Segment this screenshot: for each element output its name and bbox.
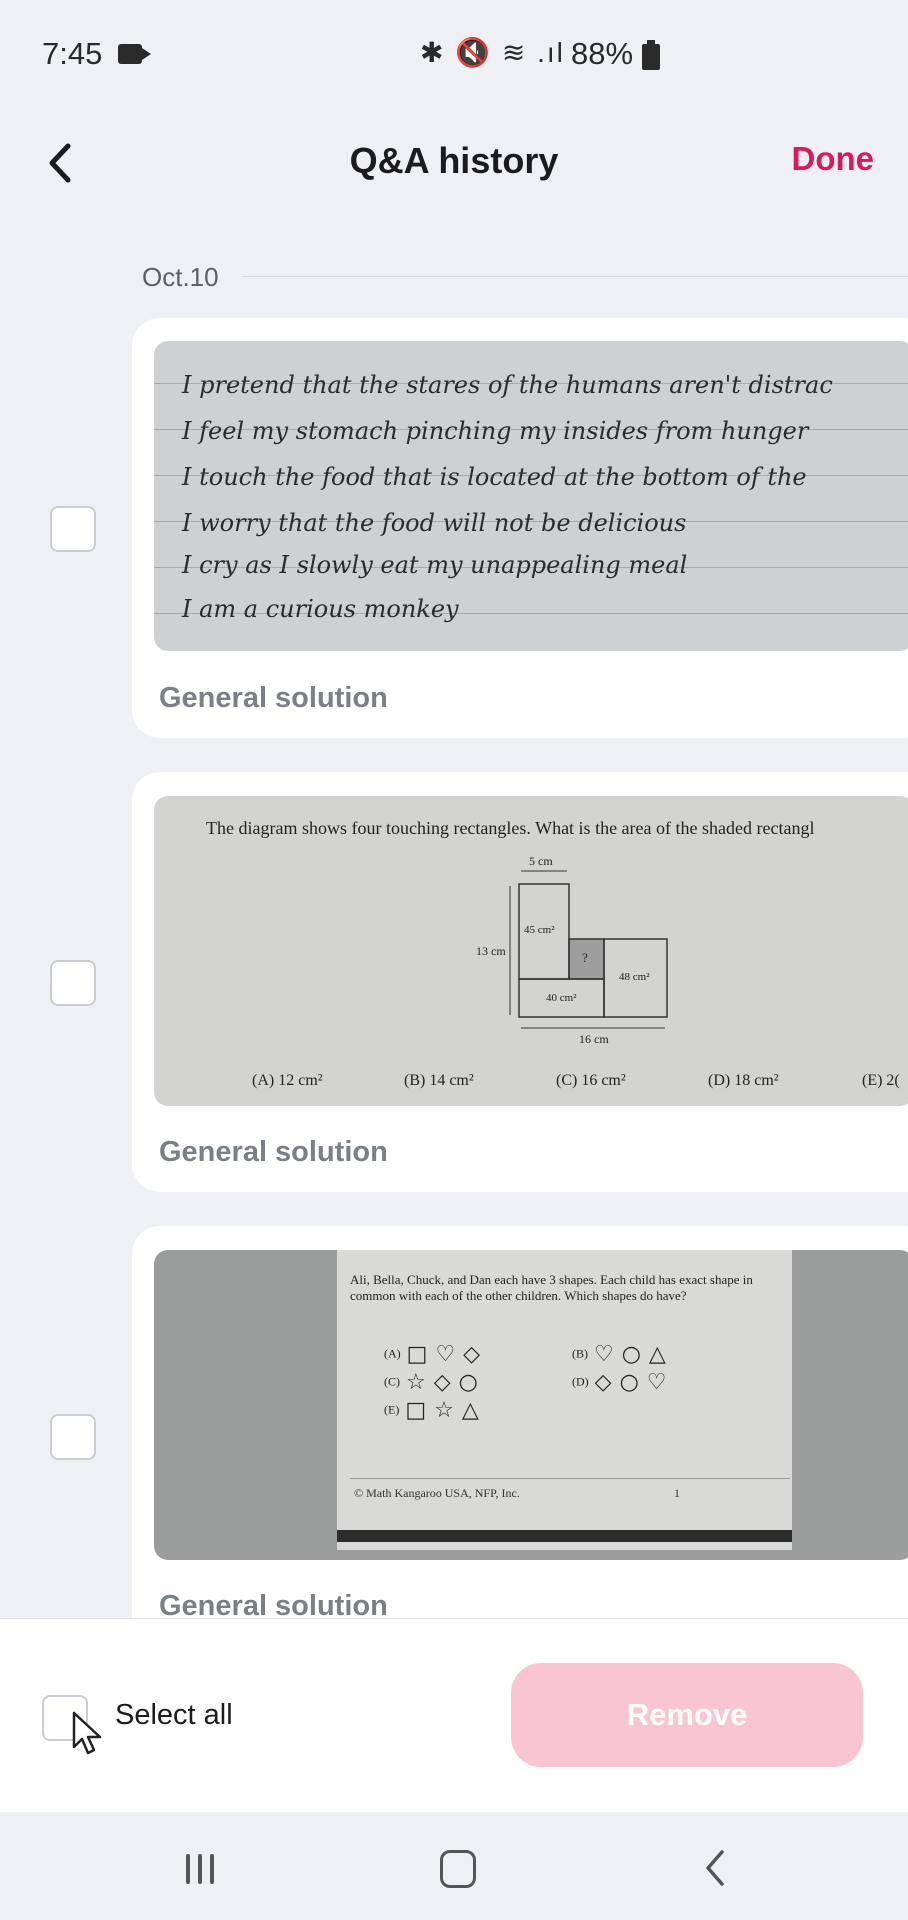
answer-option: (D) ◇○♡ xyxy=(572,1370,675,1395)
home-button[interactable] xyxy=(440,1850,476,1888)
handwritten-line: I cry as I slowly eat my unappealing mea… xyxy=(182,551,688,579)
date-label: Oct.10 xyxy=(142,262,219,292)
done-button[interactable]: Done xyxy=(792,140,875,178)
camera-recording-icon xyxy=(118,44,151,64)
answer-option: (B) 14 cm² xyxy=(404,1072,474,1089)
question-text: Ali, Bella, Chuck, and Dan each have 3 s… xyxy=(350,1272,753,1303)
question-thumbnail[interactable]: The diagram shows four touching rectangl… xyxy=(154,796,908,1106)
shapes-icon: ◇○♡ xyxy=(594,1370,675,1395)
page-title: Q&A history xyxy=(349,140,559,181)
status-time: 7:45 xyxy=(42,36,103,71)
diagram-label-a: 45 cm² xyxy=(524,924,555,936)
diagram-label-top: 5 cm xyxy=(529,854,553,868)
select-all-label[interactable]: Select all xyxy=(115,1699,233,1732)
bottom-action-bar: Select all Remove xyxy=(0,1618,908,1813)
answer-option: (B) ♡○△ xyxy=(572,1342,674,1367)
page-number: 1 xyxy=(674,1486,680,1500)
handwritten-line: I feel my stomach pinching my insides fr… xyxy=(182,417,809,445)
answer-option: (E) 2( xyxy=(862,1072,900,1089)
shapes-icon: ☆◇○ xyxy=(406,1370,486,1395)
shapes-icon: □☆△ xyxy=(405,1398,487,1423)
answer-option: (A) 12 cm² xyxy=(252,1072,323,1089)
item-checkbox[interactable] xyxy=(50,960,96,1006)
answer-option: (C) 16 cm² xyxy=(556,1072,626,1089)
diagram-label-bottom: 16 cm xyxy=(579,1032,609,1046)
answer-option: (E) □☆△ xyxy=(384,1398,487,1423)
solution-label[interactable]: General solution xyxy=(159,1136,388,1169)
diagram-label-c: 40 cm² xyxy=(546,992,577,1004)
status-bar: 7:45 ✱ 🔇 ≋ .ıl 88% xyxy=(0,0,908,112)
shapes-icon: □♡◇ xyxy=(406,1342,489,1367)
system-nav-bar xyxy=(0,1812,908,1920)
battery-percent: 88% xyxy=(571,36,634,71)
system-back-button[interactable] xyxy=(700,1848,730,1888)
item-checkbox[interactable] xyxy=(50,506,96,552)
diagram-label-left: 13 cm xyxy=(476,944,506,958)
header: Q&A history Done xyxy=(0,112,908,212)
status-icons: ✱ 🔇 ≋ .ıl xyxy=(420,37,565,68)
question-thumbnail[interactable]: I pretend that the stares of the humans … xyxy=(154,341,908,651)
remove-button[interactable]: Remove xyxy=(511,1663,863,1767)
solution-label[interactable]: General solution xyxy=(159,682,388,715)
battery-icon xyxy=(642,40,660,70)
answer-option: (D) 18 cm² xyxy=(708,1072,779,1089)
handwritten-line: I worry that the food will not be delici… xyxy=(182,509,687,537)
answer-option: (C) ☆◇○ xyxy=(384,1370,486,1395)
diagram-label-q: ? xyxy=(582,950,588,965)
mouse-pointer-icon xyxy=(72,1711,102,1755)
handwritten-line: I pretend that the stares of the humans … xyxy=(182,371,833,399)
handwritten-line: I am a curious monkey xyxy=(182,595,459,623)
shapes-icon: ♡○△ xyxy=(594,1342,674,1367)
question-thumbnail[interactable]: Ali, Bella, Chuck, and Dan each have 3 s… xyxy=(154,1250,908,1560)
recent-apps-button[interactable] xyxy=(186,1854,220,1884)
diagram-label-b: 48 cm² xyxy=(619,971,650,983)
copyright-text: © Math Kangaroo USA, NFP, Inc. xyxy=(354,1486,520,1500)
date-divider xyxy=(242,276,908,277)
item-checkbox[interactable] xyxy=(50,1414,96,1460)
answer-option: (A) □♡◇ xyxy=(384,1342,489,1367)
rectangles-outline xyxy=(509,870,668,1029)
handwritten-line: I touch the food that is located at the … xyxy=(182,463,807,491)
